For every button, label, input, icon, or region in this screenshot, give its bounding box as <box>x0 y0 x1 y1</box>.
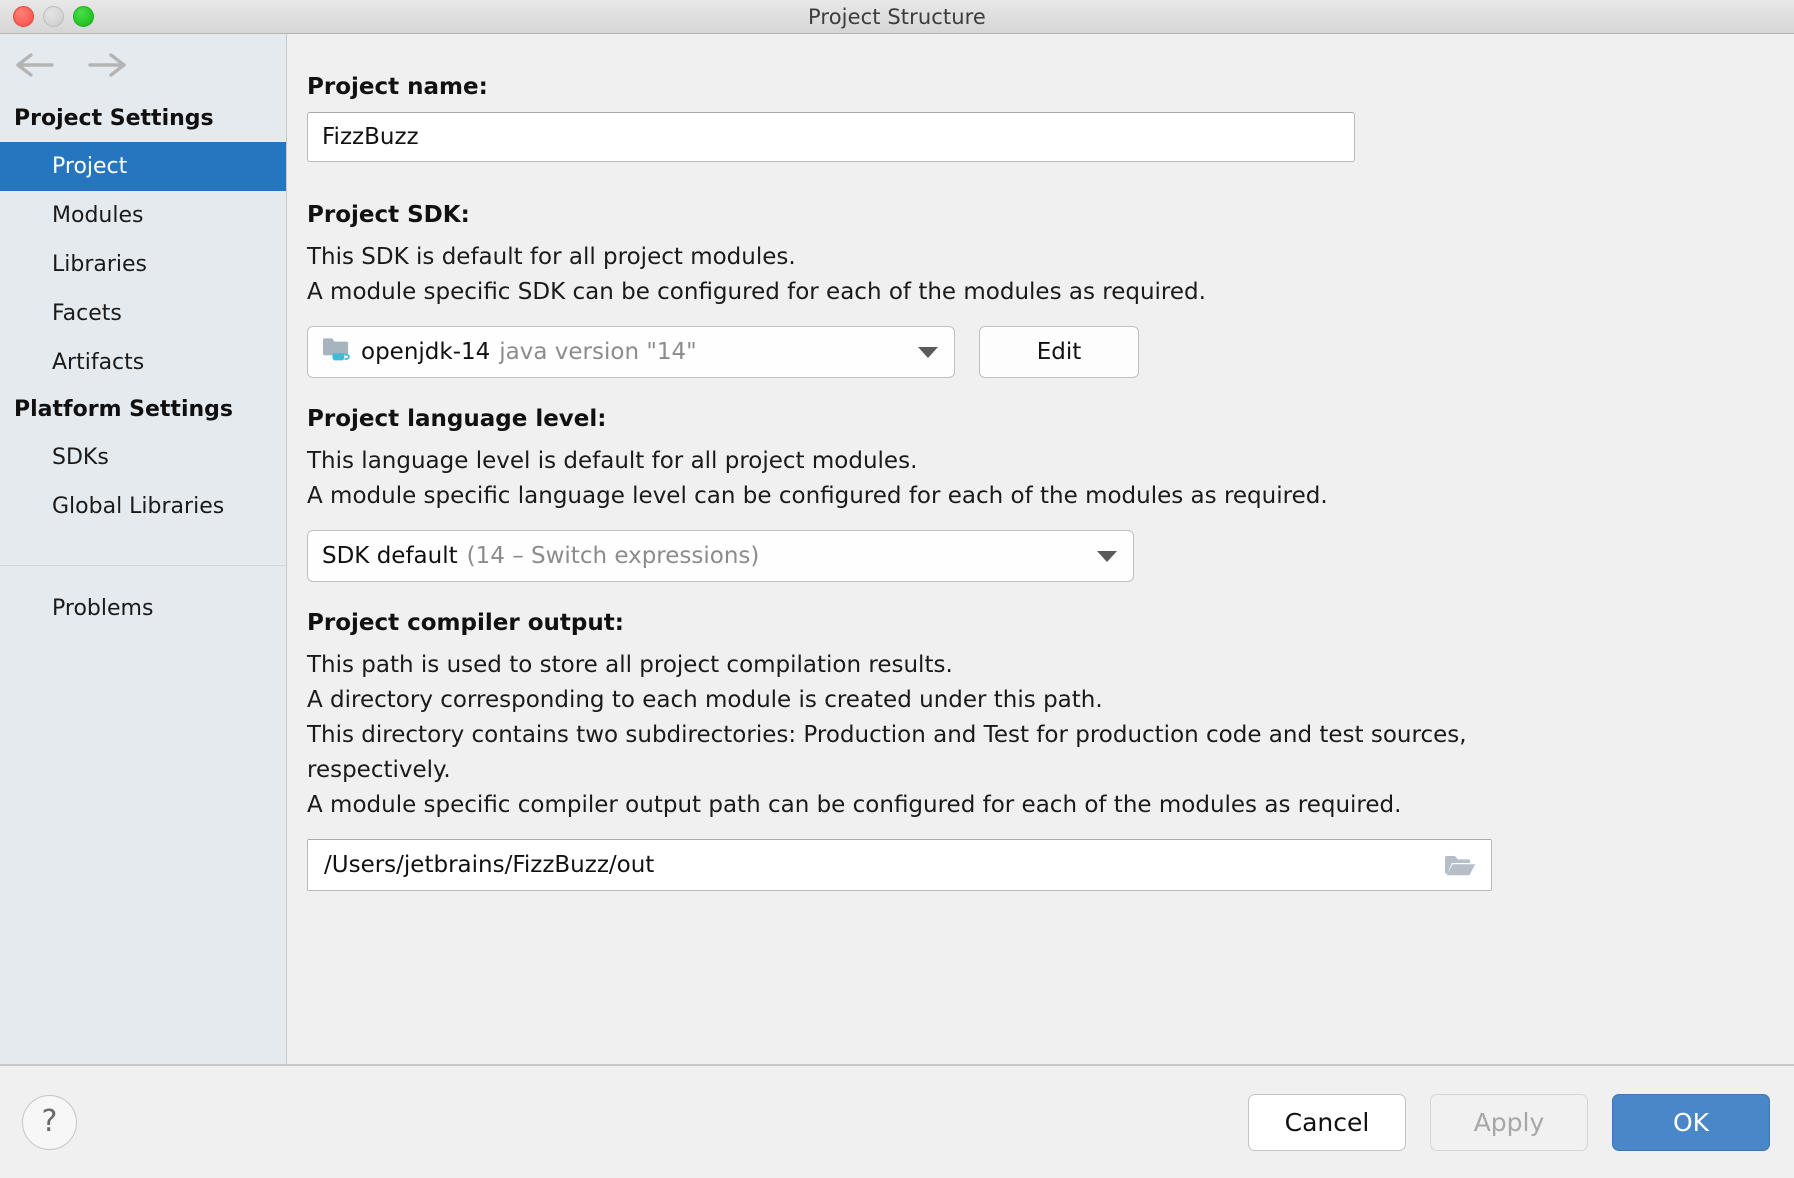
project-compiler-output-description-line-3: This directory contains two subdirectori… <box>307 718 1617 788</box>
sidebar-spacer <box>0 531 286 565</box>
chevron-down-icon[interactable] <box>902 347 954 358</box>
sidebar: Project Settings Project Modules Librari… <box>0 34 287 1064</box>
sidebar-item-global-libraries[interactable]: Global Libraries <box>0 482 286 531</box>
project-name-label: Project name: <box>307 72 1770 102</box>
sidebar-item-artifacts[interactable]: Artifacts <box>0 338 286 387</box>
sidebar-nav-arrows <box>0 34 286 96</box>
project-sdk-value-detail: java version "14" <box>499 339 696 365</box>
jdk-folder-icon <box>322 336 352 368</box>
cancel-button[interactable]: Cancel <box>1248 1094 1406 1151</box>
sidebar-item-libraries[interactable]: Libraries <box>0 240 286 289</box>
sidebar-group-platform-settings: Platform Settings <box>0 387 286 433</box>
sidebar-item-modules[interactable]: Modules <box>0 191 286 240</box>
project-name-value: FizzBuzz <box>322 124 419 150</box>
window-titlebar: Project Structure <box>0 0 1794 34</box>
project-sdk-description-line-2: A module specific SDK can be configured … <box>307 275 1770 310</box>
edit-sdk-button[interactable]: Edit <box>979 326 1139 378</box>
chevron-down-icon[interactable] <box>1081 551 1133 562</box>
project-compiler-output-description-line-4: A module specific compiler output path c… <box>307 788 1647 823</box>
minimize-window-button[interactable] <box>43 6 64 27</box>
project-language-level-dropdown[interactable]: SDK default (14 – Switch expressions) <box>307 530 1134 582</box>
project-sdk-value: openjdk-14 <box>361 339 490 365</box>
dialog-body: Project Settings Project Modules Librari… <box>0 34 1794 1066</box>
project-compiler-output-value: /Users/jetbrains/FizzBuzz/out <box>324 852 1429 878</box>
sidebar-item-project[interactable]: Project <box>0 142 286 191</box>
window-title: Project Structure <box>808 5 986 29</box>
project-language-level-description-line-1: This language level is default for all p… <box>307 444 1770 479</box>
project-compiler-output-description-line-1: This path is used to store all project c… <box>307 648 1770 683</box>
project-name-input[interactable]: FizzBuzz <box>307 112 1355 162</box>
window-controls <box>13 0 94 33</box>
arrow-left-icon[interactable] <box>14 48 56 82</box>
project-compiler-output-description-line-2: A directory corresponding to each module… <box>307 683 1770 718</box>
main-content: Project name: FizzBuzz Project SDK: This… <box>287 34 1794 1064</box>
sidebar-item-sdks[interactable]: SDKs <box>0 433 286 482</box>
sidebar-group-project-settings: Project Settings <box>0 96 286 142</box>
sidebar-item-facets[interactable]: Facets <box>0 289 286 338</box>
project-sdk-row: openjdk-14 java version "14" Edit <box>307 326 1770 378</box>
open-folder-icon[interactable] <box>1429 840 1491 890</box>
footer-action-buttons: Cancel Apply OK <box>1248 1094 1770 1151</box>
close-window-button[interactable] <box>13 6 34 27</box>
project-language-level-description-line-2: A module specific language level can be … <box>307 479 1770 514</box>
project-sdk-description-line-1: This SDK is default for all project modu… <box>307 240 1770 275</box>
project-language-level-value: SDK default <box>322 543 458 569</box>
sidebar-problems-section: Problems <box>0 566 286 633</box>
project-language-level-value-detail: (14 – Switch expressions) <box>467 543 760 569</box>
project-sdk-dropdown[interactable]: openjdk-14 java version "14" <box>307 326 955 378</box>
maximize-window-button[interactable] <box>73 6 94 27</box>
help-button[interactable]: ? <box>22 1095 77 1150</box>
project-sdk-label: Project SDK: <box>307 200 1770 230</box>
project-compiler-output-label: Project compiler output: <box>307 608 1770 638</box>
project-compiler-output-input[interactable]: /Users/jetbrains/FizzBuzz/out <box>307 839 1492 891</box>
project-structure-dialog: Project Structure Project Settings Proje… <box>0 0 1794 1178</box>
apply-button[interactable]: Apply <box>1430 1094 1588 1151</box>
ok-button[interactable]: OK <box>1612 1094 1770 1151</box>
project-language-level-label: Project language level: <box>307 404 1770 434</box>
sidebar-item-problems[interactable]: Problems <box>0 584 286 633</box>
arrow-right-icon[interactable] <box>86 48 128 82</box>
dialog-footer: ? Cancel Apply OK <box>0 1066 1794 1178</box>
